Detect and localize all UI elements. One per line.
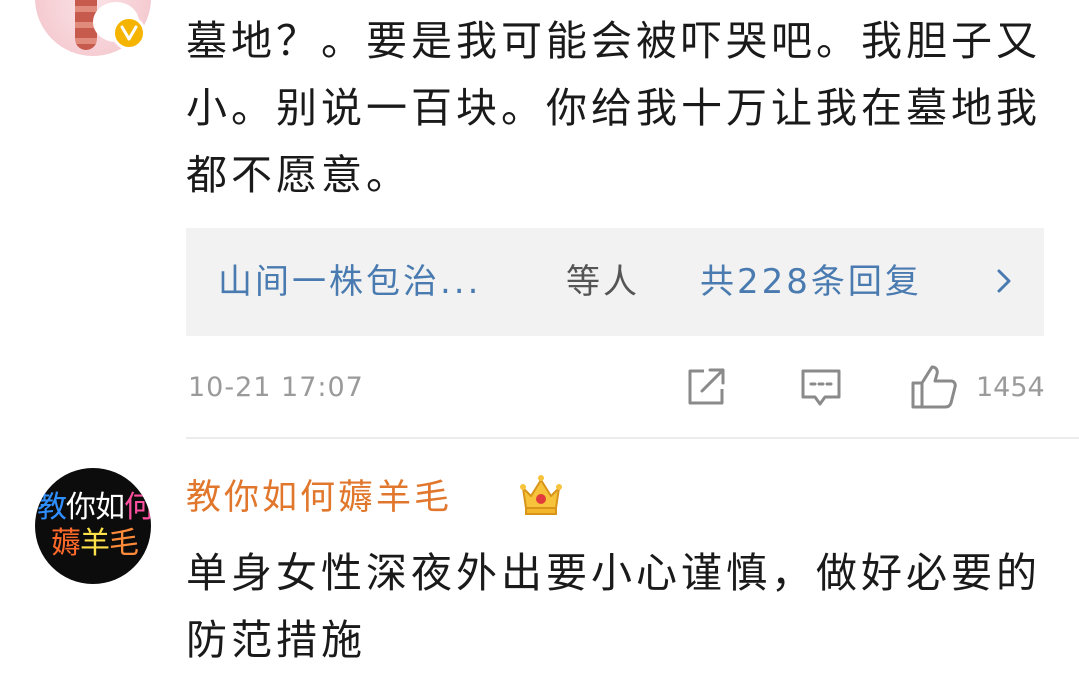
reply-count-link[interactable]: 共228条回复 [700,260,922,304]
crown-icon [518,472,564,522]
replies-preview[interactable]: 山间一株包治... 等人 共228条回复 [186,228,1044,336]
user-avatar[interactable]: 教你如何 薅羊毛 [35,468,151,584]
comment-divider [186,437,1079,439]
reply-users-suffix: 等人 [566,262,640,302]
username-link[interactable]: 教你如何薅羊毛 [186,474,452,522]
reply-users-link[interactable]: 山间一株包治... [218,260,481,304]
share-icon[interactable] [686,367,728,411]
like-count: 1454 [976,372,1045,403]
comment-text: 墓地？。要是我可能会被吓哭吧。我胆子又小。别说一百块。你给我十万让我在墓地我都不… [186,17,1041,199]
avatar-text-line2: 薅羊毛 [51,526,139,561]
chevron-right-icon[interactable] [996,268,1012,298]
comment-timestamp: 10-21 17:07 [188,372,364,403]
v-badge-icon [112,16,146,50]
avatar-text-line1: 教你如何 [37,490,151,525]
thumbs-up-icon[interactable] [910,363,958,415]
comment-text: 单身女性深夜外出要小心谨慎，做好必要的防范措施 [186,549,1041,664]
comment-bubble-icon[interactable] [800,367,842,413]
